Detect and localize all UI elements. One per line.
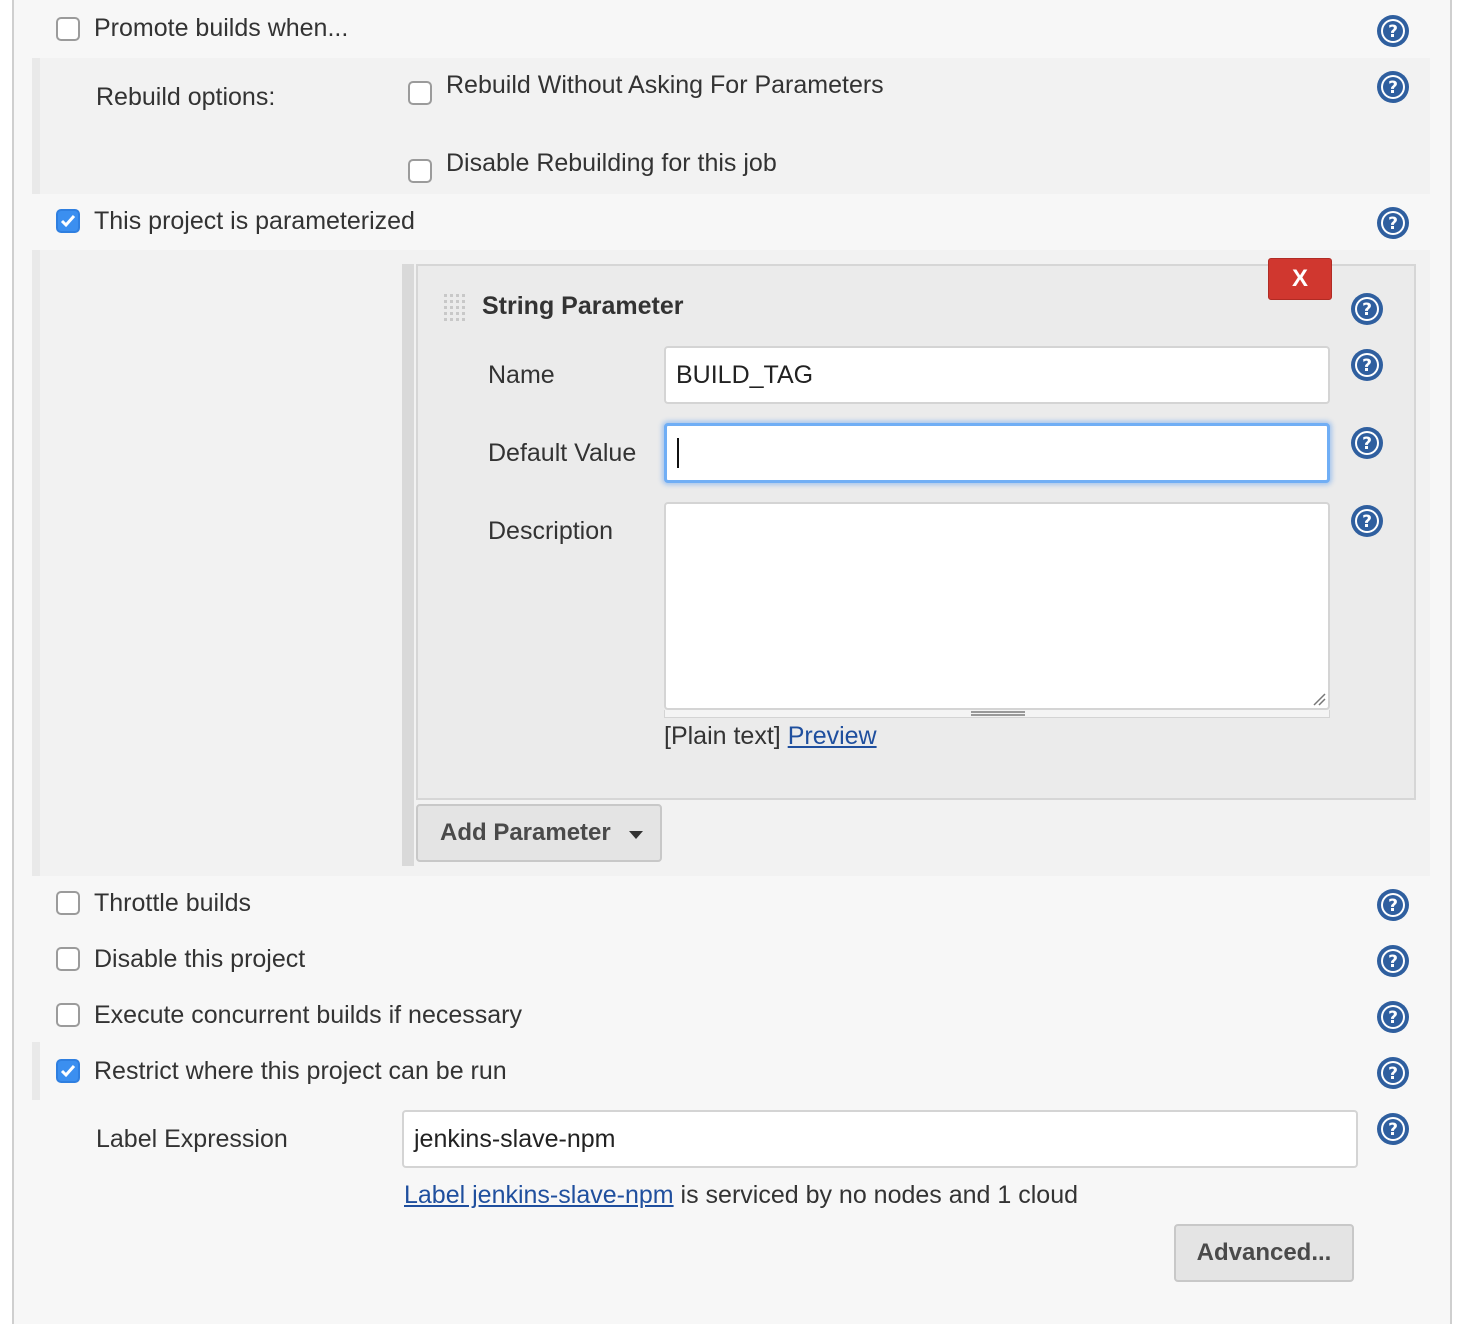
disable-rebuilding-label: Disable Rebuilding for this job bbox=[446, 149, 777, 177]
preview-link[interactable]: Preview bbox=[788, 722, 877, 750]
restrict-label: Restrict where this project can be run bbox=[94, 1057, 507, 1085]
svg-text:?: ? bbox=[1362, 434, 1372, 454]
help-icon[interactable]: ? bbox=[1376, 14, 1410, 48]
advanced-label: Advanced... bbox=[1196, 1239, 1332, 1266]
rebuild-without-asking-checkbox[interactable] bbox=[408, 81, 432, 105]
concurrent-checkbox[interactable] bbox=[56, 1003, 80, 1027]
advanced-button[interactable]: Advanced... bbox=[1174, 1224, 1354, 1282]
svg-text:?: ? bbox=[1362, 300, 1372, 320]
description-textarea[interactable] bbox=[664, 502, 1330, 710]
label-status-text: is serviced by no nodes and 1 cloud bbox=[673, 1181, 1079, 1209]
help-icon[interactable]: ? bbox=[1376, 1000, 1410, 1034]
restrict-section-bar bbox=[32, 1042, 40, 1100]
rebuild-without-asking-label: Rebuild Without Asking For Parameters bbox=[446, 71, 884, 99]
drag-handle-icon[interactable] bbox=[442, 292, 468, 326]
svg-text:?: ? bbox=[1362, 356, 1372, 376]
throttle-label: Throttle builds bbox=[94, 889, 252, 917]
svg-text:?: ? bbox=[1362, 512, 1372, 532]
parameters-container-bar bbox=[402, 264, 414, 866]
help-icon[interactable]: ? bbox=[1376, 888, 1410, 922]
rebuild-options-label: Rebuild options: bbox=[96, 83, 276, 111]
promote-label: Promote builds when... bbox=[94, 14, 349, 42]
help-icon[interactable]: ? bbox=[1350, 348, 1384, 382]
promote-checkbox[interactable] bbox=[56, 17, 80, 41]
delete-button-label: X bbox=[1291, 265, 1308, 292]
description-label: Description bbox=[488, 517, 614, 545]
default-value-input[interactable] bbox=[664, 423, 1330, 483]
parameterized-label: This project is parameterized bbox=[94, 207, 415, 235]
label-status-link[interactable]: Label jenkins-slave-npm bbox=[404, 1181, 674, 1209]
resize-grip-icon[interactable] bbox=[1310, 690, 1326, 706]
svg-text:?: ? bbox=[1388, 1008, 1398, 1028]
restrict-checkbox[interactable] bbox=[56, 1059, 80, 1083]
label-expression-label: Label Expression bbox=[96, 1125, 288, 1153]
label-status: Label jenkins-slave-npm is serviced by n… bbox=[404, 1181, 1078, 1210]
delete-parameter-button[interactable]: X bbox=[1268, 258, 1332, 300]
default-value-label: Default Value bbox=[488, 439, 637, 467]
help-icon[interactable]: ? bbox=[1376, 944, 1410, 978]
name-label: Name bbox=[488, 361, 555, 389]
label-expression-input[interactable]: jenkins-slave-npm bbox=[402, 1110, 1358, 1168]
disable-rebuilding-checkbox[interactable] bbox=[408, 159, 432, 183]
throttle-checkbox[interactable] bbox=[56, 891, 80, 915]
add-parameter-label: Add Parameter bbox=[440, 819, 611, 846]
help-icon[interactable]: ? bbox=[1350, 504, 1384, 538]
svg-text:?: ? bbox=[1388, 78, 1398, 98]
help-icon[interactable]: ? bbox=[1376, 206, 1410, 240]
help-icon[interactable]: ? bbox=[1350, 292, 1384, 326]
caret-down-icon bbox=[629, 831, 643, 839]
svg-text:?: ? bbox=[1388, 1064, 1398, 1084]
add-parameter-button[interactable]: Add Parameter bbox=[416, 804, 662, 862]
help-icon[interactable]: ? bbox=[1376, 1056, 1410, 1090]
config-panel: Promote builds when... ? Rebuild options… bbox=[12, 0, 1452, 1324]
disable-project-checkbox[interactable] bbox=[56, 947, 80, 971]
svg-text:?: ? bbox=[1388, 1120, 1398, 1140]
description-format: [Plain text] Preview bbox=[664, 722, 877, 751]
svg-text:?: ? bbox=[1388, 214, 1398, 234]
help-icon[interactable]: ? bbox=[1376, 1112, 1410, 1146]
svg-text:?: ? bbox=[1388, 952, 1398, 972]
disable-project-label: Disable this project bbox=[94, 945, 306, 973]
string-parameter-title: String Parameter bbox=[482, 292, 684, 320]
parameterized-checkbox[interactable] bbox=[56, 209, 80, 233]
label-expression-value: jenkins-slave-npm bbox=[414, 1124, 616, 1153]
plain-text-label: [Plain text] bbox=[664, 722, 781, 750]
name-input-value: BUILD_TAG bbox=[676, 360, 814, 389]
textarea-resize-bar[interactable] bbox=[664, 710, 1330, 718]
svg-text:?: ? bbox=[1388, 22, 1398, 42]
help-icon[interactable]: ? bbox=[1376, 70, 1410, 104]
text-caret bbox=[677, 438, 679, 468]
svg-text:?: ? bbox=[1388, 896, 1398, 916]
help-icon[interactable]: ? bbox=[1350, 426, 1384, 460]
name-input[interactable]: BUILD_TAG bbox=[664, 346, 1330, 404]
concurrent-label: Execute concurrent builds if necessary bbox=[94, 1001, 522, 1029]
